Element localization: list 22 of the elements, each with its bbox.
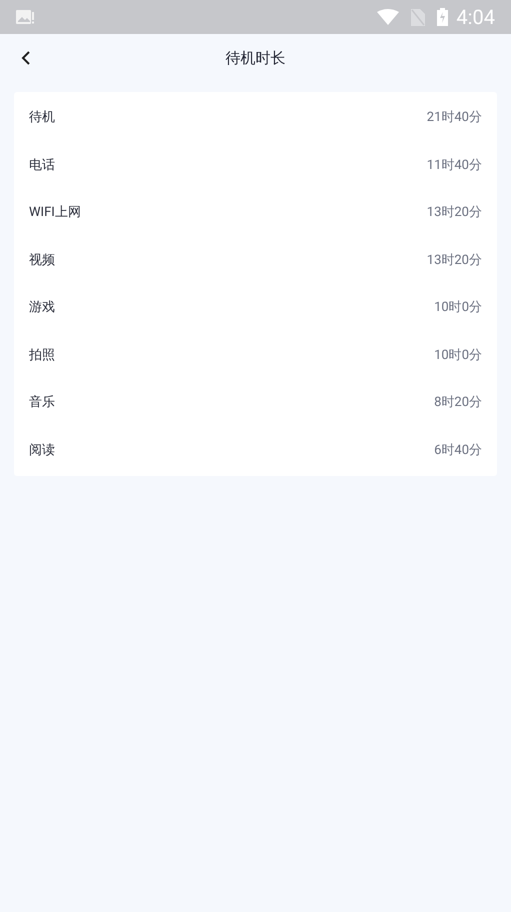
item-label: 音乐 [29,394,55,412]
item-duration: 6时40分 [434,442,482,460]
item-duration: 13时20分 [426,252,482,270]
item-duration: 11时40分 [426,156,482,174]
item-label: 电话 [29,156,55,174]
item-duration: 21时40分 [426,109,482,127]
item-duration: 10时0分 [434,346,482,364]
status-time: 4:04 [456,4,495,31]
item-duration: 10时0分 [434,299,482,317]
item-label: 游戏 [29,299,55,317]
image-notification-icon [16,9,34,25]
item-label: WIFI上网 [29,204,81,222]
item-duration: 8时20分 [434,394,482,412]
item-label: 视频 [29,252,55,270]
item-label: 阅读 [29,442,55,460]
wifi-icon [377,9,400,25]
back-icon [21,51,31,65]
item-label: 待机 [29,109,55,127]
battery-charging-icon [437,8,448,26]
item-duration: 13时20分 [426,204,482,222]
page-title: 待机时长 [226,48,286,69]
item-label: 拍照 [29,346,55,364]
